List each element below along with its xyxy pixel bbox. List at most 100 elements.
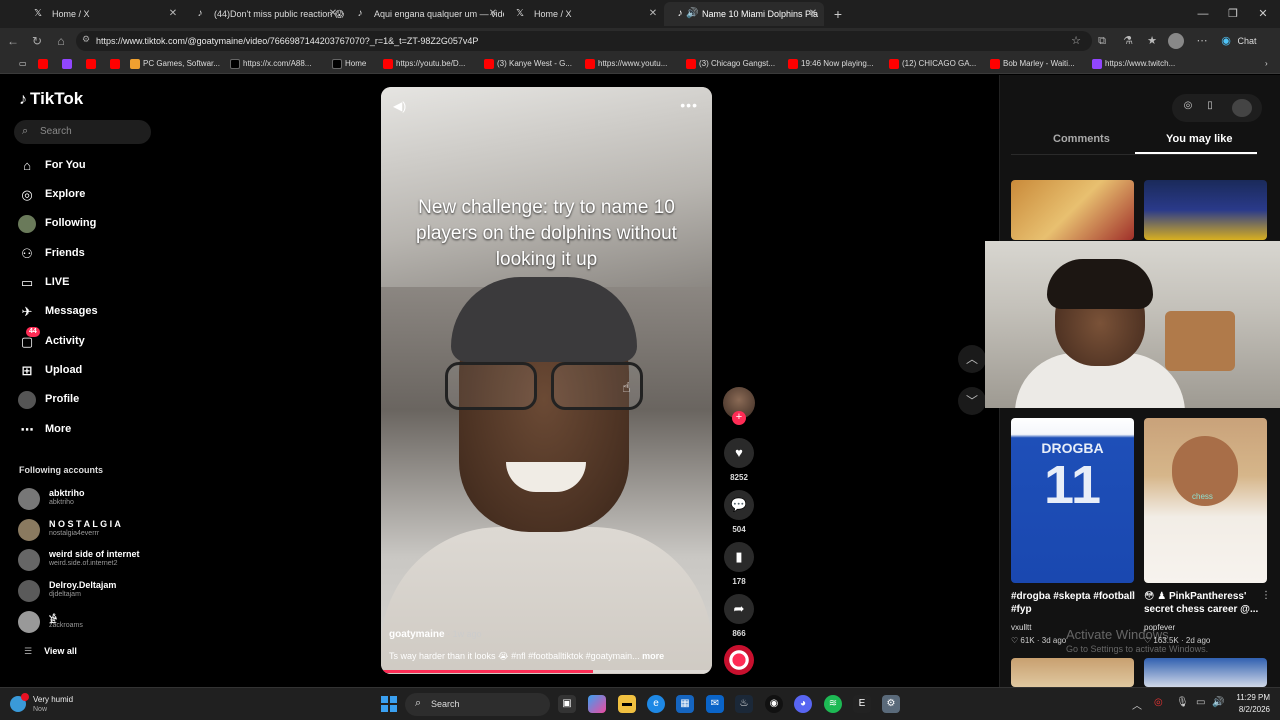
new-tab-button[interactable]: + xyxy=(828,4,848,24)
nav-friends[interactable]: ⚇ Friends xyxy=(18,244,168,266)
url-field[interactable]: ⚙ https://www.tiktok.com/@goatymaine/vid… xyxy=(76,31,1092,51)
chat-button[interactable]: Chat xyxy=(1236,33,1258,49)
bookmark-item[interactable]: Home xyxy=(332,56,366,72)
recommended-thumbnail[interactable]: DROGBA 11 xyxy=(1011,418,1134,583)
back-icon[interactable]: ← xyxy=(4,32,22,50)
bookmark-item[interactable] xyxy=(110,56,123,72)
tab-you-may-like[interactable]: You may like xyxy=(1166,133,1232,145)
following-account[interactable]: abktriho abktriho xyxy=(18,486,178,512)
tray-app-icon[interactable]: ◎ xyxy=(1154,697,1163,708)
music-disc-button[interactable] xyxy=(722,645,756,675)
nav-upload[interactable]: ⊞ Upload xyxy=(18,361,168,383)
previous-video-button[interactable]: ︿ xyxy=(958,345,986,373)
next-video-button[interactable]: ﹀ xyxy=(958,387,986,415)
close-tab-icon[interactable]: ✕ xyxy=(806,2,820,26)
tiktok-logo[interactable]: ♪ TikTok xyxy=(19,89,83,109)
extensions-icon[interactable]: ⧉ xyxy=(1094,33,1110,49)
outlook-icon[interactable]: ✉ xyxy=(706,695,724,713)
mute-icon[interactable]: ◀) xyxy=(393,99,406,113)
bookmark-item[interactable]: 19:46 Now playing... xyxy=(788,56,874,72)
video-author[interactable]: goatymaine · 1w ago xyxy=(389,629,482,640)
recommended-thumbnail[interactable] xyxy=(1011,658,1134,687)
browser-tab[interactable]: ♪ Aqui engana qualquer um — vide ✕ xyxy=(344,2,505,26)
recommended-thumbnail[interactable] xyxy=(1144,180,1267,240)
browser-tab[interactable]: 𝕏 Home / X ✕ xyxy=(22,2,184,26)
more-menu-icon[interactable]: ⋯ xyxy=(1194,33,1210,49)
follow-plus-icon[interactable]: + xyxy=(732,411,746,425)
nav-more[interactable]: ⋯ More xyxy=(18,420,168,442)
recommended-user[interactable]: vxulltt xyxy=(1011,623,1031,632)
favorites-icon[interactable]: ★ xyxy=(1144,33,1160,49)
following-account[interactable]: N O S T A L G I Anostalgia4everrr xyxy=(18,517,178,543)
item-more-icon[interactable]: ⋮ xyxy=(1261,590,1271,601)
bookmarks-overflow-icon[interactable]: › xyxy=(1252,56,1268,72)
nav-live[interactable]: ▭ LIVE xyxy=(18,273,168,295)
copilot-icon[interactable]: ◉ xyxy=(1218,33,1234,49)
video-player[interactable]: ◀) ••• New challenge: try to name 10 pla… xyxy=(381,87,712,674)
recommended-title[interactable]: 😳 ♟ PinkPantheress' secret chess career … xyxy=(1144,590,1269,616)
settings-icon[interactable]: ⚙ xyxy=(882,695,900,713)
tab-comments[interactable]: Comments xyxy=(1053,133,1110,145)
nav-for-you[interactable]: ⌂ For You xyxy=(18,156,168,178)
compass-icon[interactable]: ◎ xyxy=(1180,100,1196,111)
avatar[interactable] xyxy=(1232,99,1252,117)
bookmark-item[interactable]: Bob Marley - Waiti... xyxy=(990,56,1075,72)
more-link[interactable]: more xyxy=(642,651,664,661)
recommended-thumbnail[interactable] xyxy=(1144,658,1267,687)
maximize-button[interactable]: ❐ xyxy=(1216,0,1250,28)
edge-icon[interactable]: e xyxy=(647,695,665,713)
discord-icon[interactable]: ◕ xyxy=(794,695,812,713)
save-button[interactable]: ▮ 178 xyxy=(722,542,756,586)
browser-tab[interactable]: 𝕏 Home / X ✕ xyxy=(504,2,664,26)
like-button[interactable]: ♥ 8252 xyxy=(722,438,756,482)
browser-tab[interactable]: ♪ (44)Don't miss public reaction 😱 | G ✕ xyxy=(184,2,345,26)
recommended-title[interactable]: #drogba #skepta #football #fyp xyxy=(1011,590,1136,616)
tray-overflow-icon[interactable]: ︿ xyxy=(1132,697,1142,712)
spotify-icon[interactable]: ≋ xyxy=(824,695,842,713)
steam-icon[interactable]: ♨ xyxy=(735,695,753,713)
close-window-button[interactable]: ✕ xyxy=(1246,0,1280,28)
following-account[interactable]: 𓀀 zackroams xyxy=(18,609,178,635)
file-explorer-icon[interactable]: ▬ xyxy=(618,695,636,713)
home-icon[interactable]: ⌂ xyxy=(52,32,70,50)
extension-icon[interactable]: ⚗ xyxy=(1120,33,1136,49)
view-all-link[interactable]: ☰ View all xyxy=(24,646,77,657)
site-info-icon[interactable]: ⚙ xyxy=(82,34,90,45)
following-account[interactable]: Delroy.Deltajam djdeltajam xyxy=(18,578,178,604)
epic-games-icon[interactable]: E xyxy=(853,695,871,713)
video-more-icon[interactable]: ••• xyxy=(680,97,698,113)
reload-icon[interactable]: ↻ xyxy=(28,32,46,50)
close-tab-icon[interactable]: ✕ xyxy=(646,2,660,26)
volume-icon[interactable]: 🔊 xyxy=(1212,697,1224,708)
nav-profile[interactable]: Profile xyxy=(18,390,168,412)
microphone-icon[interactable]: 🎙 xyxy=(1176,697,1189,708)
minimize-button[interactable]: — xyxy=(1186,0,1220,28)
taskbar-clock[interactable]: 11:29 PM 8/2/2026 xyxy=(1224,692,1270,716)
bookmark-star-icon[interactable]: ☆ xyxy=(1068,33,1084,49)
speaker-icon[interactable]: 🔊 xyxy=(686,8,698,20)
bookmark-item[interactable] xyxy=(38,56,51,72)
search-input[interactable]: ⌕ Search xyxy=(14,120,151,144)
close-tab-icon[interactable]: ✕ xyxy=(166,2,180,26)
video-progress-bar[interactable] xyxy=(381,670,712,673)
nav-activity[interactable]: ▢ 44 Activity xyxy=(18,327,168,354)
phone-icon[interactable]: ▯ xyxy=(1202,100,1218,111)
taskbar-search[interactable]: ⌕ Search xyxy=(405,693,550,716)
bookmark-item[interactable]: (3) Chicago Gangst... xyxy=(686,56,775,72)
bookmark-item[interactable] xyxy=(86,56,99,72)
app-icon[interactable]: ◉ xyxy=(765,695,783,713)
comment-button[interactable]: 💬 504 xyxy=(722,490,756,534)
app-icon[interactable] xyxy=(588,695,606,713)
weather-widget[interactable]: Very humid Now xyxy=(10,693,130,717)
recommended-thumbnail[interactable]: chess xyxy=(1144,418,1267,583)
bookmark-item[interactable]: https://www.youtu... xyxy=(585,56,667,72)
bookmark-item[interactable]: https://www.twitch... xyxy=(1092,56,1175,72)
task-view-icon[interactable]: ▣ xyxy=(558,695,576,713)
bookmark-item[interactable]: (3) Kanye West - G... xyxy=(484,56,572,72)
bookmark-item[interactable] xyxy=(62,56,75,72)
bookmark-item[interactable]: https://x.com/A88... xyxy=(230,56,311,72)
close-tab-icon[interactable]: ✕ xyxy=(326,2,340,26)
network-icon[interactable]: ▭ xyxy=(1196,697,1205,708)
bookmark-item[interactable]: https://youtu.be/D... xyxy=(383,56,465,72)
item-more-icon[interactable]: ⋮ xyxy=(1128,590,1138,601)
